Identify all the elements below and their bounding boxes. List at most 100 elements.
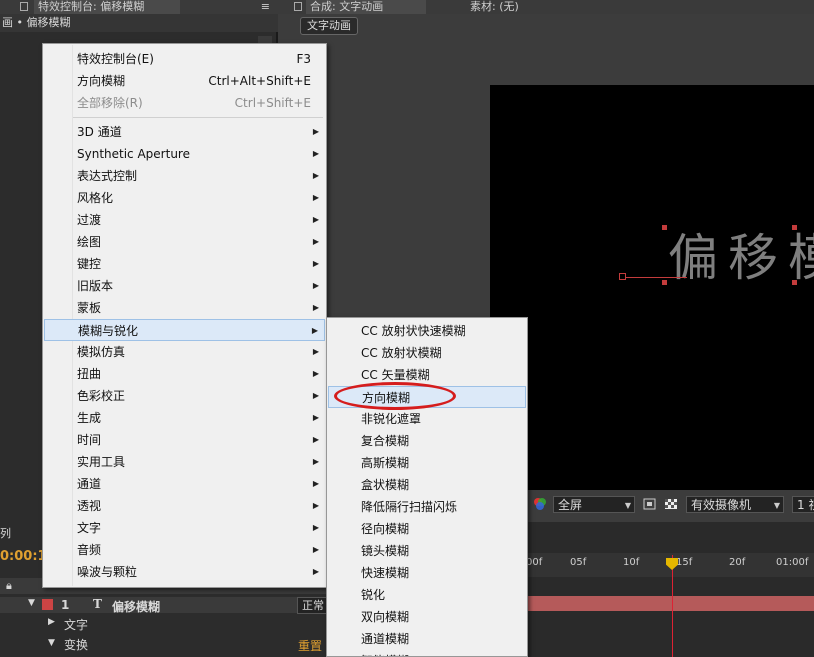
submenu-item-label: CC 放射状快速模糊 bbox=[361, 324, 466, 338]
current-time-display[interactable]: 0:00:1 bbox=[0, 549, 47, 564]
motion-path-keyframe[interactable] bbox=[619, 273, 626, 280]
menu-item-label: 通道 bbox=[77, 477, 102, 491]
submenu-arrow-icon: ▶ bbox=[312, 281, 319, 290]
submenu-item[interactable]: 高斯模糊 bbox=[328, 452, 526, 474]
submenu-item-label: 降低隔行扫描闪烁 bbox=[361, 500, 458, 514]
menu-item-label: 文字 bbox=[77, 521, 102, 535]
view-layout-dropdown[interactable]: 1 视 bbox=[792, 496, 814, 513]
effect-controls-subtitle: 画 • 偏移模糊 bbox=[0, 14, 278, 32]
submenu-item[interactable]: 镜头模糊 bbox=[328, 540, 526, 562]
layer-label-color[interactable] bbox=[42, 599, 53, 610]
menu-item[interactable]: 旧版本 ▶ bbox=[44, 275, 325, 297]
submenu-item-label: 锐化 bbox=[361, 588, 386, 602]
submenu-arrow-icon: ▶ bbox=[312, 523, 319, 532]
menu-item[interactable]: 生成 ▶ bbox=[44, 407, 325, 429]
submenu-arrow-icon: ▶ bbox=[312, 567, 319, 576]
region-of-interest-icon[interactable] bbox=[642, 496, 658, 512]
submenu-item[interactable]: 非锐化遮罩 bbox=[328, 408, 526, 430]
menu-item[interactable]: 方向模糊 Ctrl+Alt+Shift+E bbox=[44, 70, 325, 92]
menu-item[interactable]: 键控 ▶ bbox=[44, 253, 325, 275]
layer-handle[interactable] bbox=[662, 280, 667, 285]
blend-mode-dropdown[interactable]: 正常 bbox=[297, 597, 329, 614]
submenu-arrow-icon: ▶ bbox=[312, 435, 319, 444]
camera-value: 有效摄像机 bbox=[691, 498, 752, 512]
submenu-arrow-icon: ▶ bbox=[311, 326, 318, 335]
lock-icon[interactable] bbox=[294, 2, 302, 11]
submenu-arrow-icon: ▶ bbox=[312, 501, 319, 510]
layer-duration-bar[interactable] bbox=[500, 596, 814, 611]
submenu-arrow-icon: ▶ bbox=[312, 171, 319, 180]
submenu-item[interactable]: 双向模糊 bbox=[328, 606, 526, 628]
submenu-item-label: 快速模糊 bbox=[361, 566, 410, 580]
menu-item[interactable]: 文字 ▶ bbox=[44, 517, 325, 539]
menu-item[interactable]: 蒙板 ▶ bbox=[44, 297, 325, 319]
menu-item[interactable]: 色彩校正 ▶ bbox=[44, 385, 325, 407]
menu-item-label: 旧版本 bbox=[77, 279, 114, 293]
tab-composition[interactable]: 合成: 文字动画 bbox=[306, 0, 426, 14]
property-group-transform[interactable]: 变换 bbox=[64, 636, 88, 653]
menu-item[interactable]: 特效控制台(E) F3 bbox=[44, 48, 325, 70]
property-group-text[interactable]: 文字 bbox=[64, 616, 88, 633]
menu-item[interactable]: 表达式控制 ▶ bbox=[44, 165, 325, 187]
submenu-item[interactable]: 快速模糊 bbox=[328, 562, 526, 584]
layer-handle[interactable] bbox=[792, 225, 797, 230]
menu-item-shortcut: F3 bbox=[296, 52, 311, 66]
submenu-item[interactable]: CC 放射状快速模糊 bbox=[328, 320, 526, 342]
panel-menu-icon[interactable]: ≡ bbox=[240, 0, 270, 14]
menu-item[interactable]: 实用工具 ▶ bbox=[44, 451, 325, 473]
lock-icon[interactable] bbox=[20, 2, 28, 11]
transparency-grid-icon[interactable] bbox=[663, 496, 679, 512]
menu-item[interactable]: 绘图 ▶ bbox=[44, 231, 325, 253]
timeline-track-area[interactable] bbox=[500, 522, 814, 657]
layer-name[interactable]: 偏移模糊 bbox=[112, 598, 160, 615]
submenu-item[interactable]: 盒状模糊 bbox=[328, 474, 526, 496]
expand-triangle-icon[interactable]: ▶ bbox=[48, 617, 55, 627]
camera-dropdown[interactable]: 有效摄像机 ▼ bbox=[686, 496, 784, 513]
submenu-arrow-icon: ▶ bbox=[312, 545, 319, 554]
menu-item[interactable]: 音频 ▶ bbox=[44, 539, 325, 561]
timeline-tab-label[interactable]: 列 bbox=[0, 525, 11, 541]
composition-chip[interactable]: 文字动画 bbox=[300, 17, 358, 35]
resolution-dropdown[interactable]: 全屏 ▼ bbox=[553, 496, 635, 513]
menu-item[interactable]: 噪波与颗粒 ▶ bbox=[44, 561, 325, 583]
submenu-item[interactable]: 智能模糊 bbox=[328, 650, 526, 656]
menu-item-label: 蒙板 bbox=[77, 301, 102, 315]
menu-item[interactable]: 模拟仿真 ▶ bbox=[44, 341, 325, 363]
submenu-item[interactable]: 复合模糊 bbox=[328, 430, 526, 452]
layer-handle[interactable] bbox=[792, 280, 797, 285]
submenu-item[interactable]: CC 矢量模糊 bbox=[328, 364, 526, 386]
submenu-item[interactable]: 锐化 bbox=[328, 584, 526, 606]
menu-item[interactable]: 透视 ▶ bbox=[44, 495, 325, 517]
menu-item-label: 3D 通道 bbox=[77, 125, 122, 139]
menu-item-label: 实用工具 bbox=[77, 455, 126, 469]
reset-link[interactable]: 重置 bbox=[298, 637, 322, 654]
submenu-item[interactable]: 径向模糊 bbox=[328, 518, 526, 540]
submenu-arrow-icon: ▶ bbox=[312, 303, 319, 312]
menu-item[interactable]: 模糊与锐化 ▶ bbox=[44, 319, 325, 341]
menu-item-label: 方向模糊 bbox=[77, 74, 126, 88]
menu-item-label: 过渡 bbox=[77, 213, 102, 227]
menu-item-label: 模拟仿真 bbox=[77, 345, 126, 359]
submenu-item[interactable]: 通道模糊 bbox=[328, 628, 526, 650]
menu-item[interactable]: 风格化 ▶ bbox=[44, 187, 325, 209]
menu-item-label: 模糊与锐化 bbox=[78, 324, 139, 338]
menu-item[interactable]: 过渡 ▶ bbox=[44, 209, 325, 231]
submenu-item[interactable]: CC 放射状模糊 bbox=[328, 342, 526, 364]
menu-item[interactable]: 通道 ▶ bbox=[44, 473, 325, 495]
lock-icon[interactable]: 🔒︎ bbox=[6, 579, 12, 593]
time-ruler[interactable] bbox=[500, 553, 814, 577]
submenu-item-label: 智能模糊 bbox=[361, 650, 409, 656]
menu-item[interactable]: 扭曲 ▶ bbox=[44, 363, 325, 385]
expand-triangle-icon[interactable]: ▼ bbox=[28, 598, 35, 608]
layer-handle[interactable] bbox=[662, 225, 667, 230]
menu-item[interactable]: Synthetic Aperture ▶ bbox=[44, 143, 325, 165]
color-channels-icon[interactable] bbox=[532, 496, 548, 512]
expand-triangle-icon[interactable]: ▼ bbox=[48, 638, 55, 648]
submenu-item[interactable]: 降低隔行扫描闪烁 bbox=[328, 496, 526, 518]
menu-item[interactable]: 时间 ▶ bbox=[44, 429, 325, 451]
tab-effect-controls[interactable]: 特效控制台: 偏移模糊 bbox=[34, 0, 180, 14]
submenu-arrow-icon: ▶ bbox=[312, 237, 319, 246]
tab-footage[interactable]: 素材: (无) bbox=[466, 0, 586, 14]
time-tick-label: 00f bbox=[526, 557, 543, 568]
menu-item[interactable]: 3D 通道 ▶ bbox=[44, 121, 325, 143]
